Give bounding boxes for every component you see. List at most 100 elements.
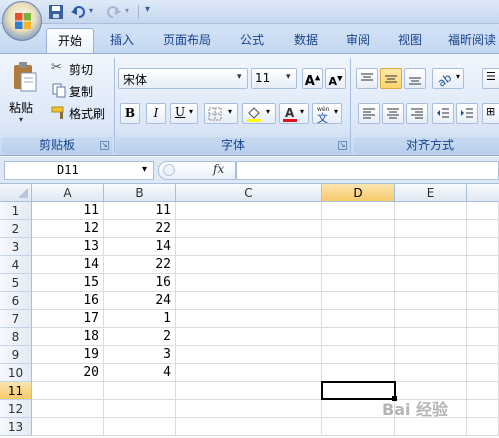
align-top-button[interactable] bbox=[356, 68, 378, 89]
row-header[interactable]: 4 bbox=[0, 256, 32, 274]
table-cell[interactable] bbox=[395, 256, 467, 274]
underline-button[interactable]: U ▾ bbox=[170, 103, 198, 124]
table-cell[interactable]: 2 bbox=[104, 328, 176, 346]
tab-home[interactable]: 开始 bbox=[46, 28, 94, 53]
table-cell[interactable] bbox=[176, 400, 322, 418]
table-cell[interactable]: 22 bbox=[104, 220, 176, 238]
table-cell[interactable] bbox=[322, 292, 395, 310]
shrink-font-button[interactable]: A▼ bbox=[325, 68, 346, 89]
column-header-e[interactable]: E bbox=[395, 184, 467, 202]
row-header[interactable]: 5 bbox=[0, 274, 32, 292]
orientation-button[interactable]: ab ▾ bbox=[432, 68, 464, 89]
row-header[interactable]: 7 bbox=[0, 310, 32, 328]
table-cell[interactable] bbox=[104, 400, 176, 418]
row-header[interactable]: 1 bbox=[0, 202, 32, 220]
column-header-c[interactable]: C bbox=[176, 184, 322, 202]
table-cell[interactable]: 1 bbox=[104, 310, 176, 328]
row-header[interactable]: 6 bbox=[0, 292, 32, 310]
column-header-a[interactable]: A bbox=[32, 184, 104, 202]
decrease-indent-button[interactable] bbox=[432, 103, 454, 124]
table-cell[interactable] bbox=[322, 346, 395, 364]
table-cell[interactable] bbox=[395, 202, 467, 220]
table-cell[interactable] bbox=[176, 292, 322, 310]
tab-review[interactable]: 审阅 bbox=[336, 28, 380, 53]
format-painter-button[interactable]: 格式刷 bbox=[48, 102, 108, 122]
table-cell[interactable]: 12 bbox=[32, 220, 104, 238]
row-header[interactable]: 10 bbox=[0, 364, 32, 382]
column-header-b[interactable]: B bbox=[104, 184, 176, 202]
table-cell[interactable] bbox=[322, 418, 395, 436]
table-cell[interactable]: 11 bbox=[32, 202, 104, 220]
align-middle-button[interactable] bbox=[380, 68, 402, 89]
table-cell[interactable] bbox=[176, 364, 322, 382]
align-bottom-button[interactable] bbox=[404, 68, 426, 89]
formula-bar-expand-icon[interactable] bbox=[163, 164, 175, 176]
table-cell[interactable] bbox=[176, 346, 322, 364]
table-cell[interactable]: 24 bbox=[104, 292, 176, 310]
tab-foxit-reader[interactable]: 福昕阅读 bbox=[442, 28, 499, 53]
table-cell[interactable]: 14 bbox=[104, 238, 176, 256]
table-cell[interactable] bbox=[176, 418, 322, 436]
formula-input[interactable] bbox=[236, 161, 499, 180]
table-cell[interactable]: 22 bbox=[104, 256, 176, 274]
fill-color-button[interactable]: ▾ bbox=[242, 103, 276, 124]
redo-dropdown-icon[interactable]: ▾ bbox=[125, 6, 129, 15]
redo-icon[interactable] bbox=[106, 4, 122, 20]
table-cell[interactable]: 19 bbox=[32, 346, 104, 364]
table-cell[interactable] bbox=[322, 328, 395, 346]
table-cell[interactable] bbox=[395, 418, 467, 436]
table-cell[interactable]: 11 bbox=[104, 202, 176, 220]
table-cell[interactable] bbox=[322, 220, 395, 238]
table-cell[interactable]: 20 bbox=[32, 364, 104, 382]
row-header[interactable]: 3 bbox=[0, 238, 32, 256]
select-all-corner[interactable] bbox=[0, 184, 32, 202]
table-cell[interactable] bbox=[395, 310, 467, 328]
table-cell[interactable] bbox=[176, 274, 322, 292]
table-cell[interactable] bbox=[176, 256, 322, 274]
table-cell[interactable]: 16 bbox=[104, 274, 176, 292]
name-box[interactable]: D11 bbox=[4, 161, 154, 180]
row-header[interactable]: 13 bbox=[0, 418, 32, 436]
table-cell[interactable] bbox=[395, 364, 467, 382]
table-cell[interactable]: 16 bbox=[32, 292, 104, 310]
table-cell[interactable] bbox=[395, 238, 467, 256]
table-cell[interactable]: 17 bbox=[32, 310, 104, 328]
table-cell[interactable] bbox=[467, 382, 499, 400]
wrap-text-button[interactable]: ☰ bbox=[482, 68, 499, 89]
align-center-button[interactable] bbox=[382, 103, 404, 124]
table-cell[interactable] bbox=[176, 220, 322, 238]
tab-insert[interactable]: 插入 bbox=[100, 28, 144, 53]
bold-button[interactable]: B bbox=[120, 103, 140, 124]
clipboard-launcher-icon[interactable]: ↘ bbox=[100, 141, 109, 150]
row-header[interactable]: 2 bbox=[0, 220, 32, 238]
increase-indent-button[interactable] bbox=[456, 103, 478, 124]
save-icon[interactable] bbox=[48, 4, 64, 20]
italic-button[interactable]: I bbox=[146, 103, 166, 124]
insert-function-button[interactable]: fx bbox=[213, 162, 224, 176]
row-header[interactable]: 12 bbox=[0, 400, 32, 418]
table-cell[interactable]: 18 bbox=[32, 328, 104, 346]
table-cell[interactable]: 14 bbox=[32, 256, 104, 274]
table-cell[interactable] bbox=[467, 328, 499, 346]
table-cell[interactable] bbox=[395, 328, 467, 346]
tab-formulas[interactable]: 公式 bbox=[230, 28, 274, 53]
table-cell[interactable]: 15 bbox=[32, 274, 104, 292]
table-cell[interactable] bbox=[104, 382, 176, 400]
table-cell[interactable] bbox=[467, 400, 499, 418]
table-cell[interactable] bbox=[467, 364, 499, 382]
table-cell[interactable] bbox=[104, 418, 176, 436]
paste-button[interactable]: 粘贴 ▾ bbox=[4, 58, 42, 130]
table-cell[interactable] bbox=[176, 238, 322, 256]
table-cell[interactable] bbox=[322, 256, 395, 274]
row-header[interactable]: 11 bbox=[0, 382, 32, 400]
copy-button[interactable]: 复制 bbox=[48, 80, 108, 100]
table-cell[interactable] bbox=[32, 382, 104, 400]
table-cell[interactable] bbox=[176, 202, 322, 220]
font-launcher-icon[interactable]: ↘ bbox=[338, 141, 347, 150]
phonetic-guide-button[interactable]: wén 文 ▾ bbox=[312, 103, 342, 124]
undo-icon[interactable] bbox=[70, 4, 86, 20]
table-cell[interactable] bbox=[395, 274, 467, 292]
undo-dropdown-icon[interactable]: ▾ bbox=[89, 6, 93, 15]
column-header-d[interactable]: D bbox=[322, 184, 395, 202]
table-cell[interactable] bbox=[322, 238, 395, 256]
